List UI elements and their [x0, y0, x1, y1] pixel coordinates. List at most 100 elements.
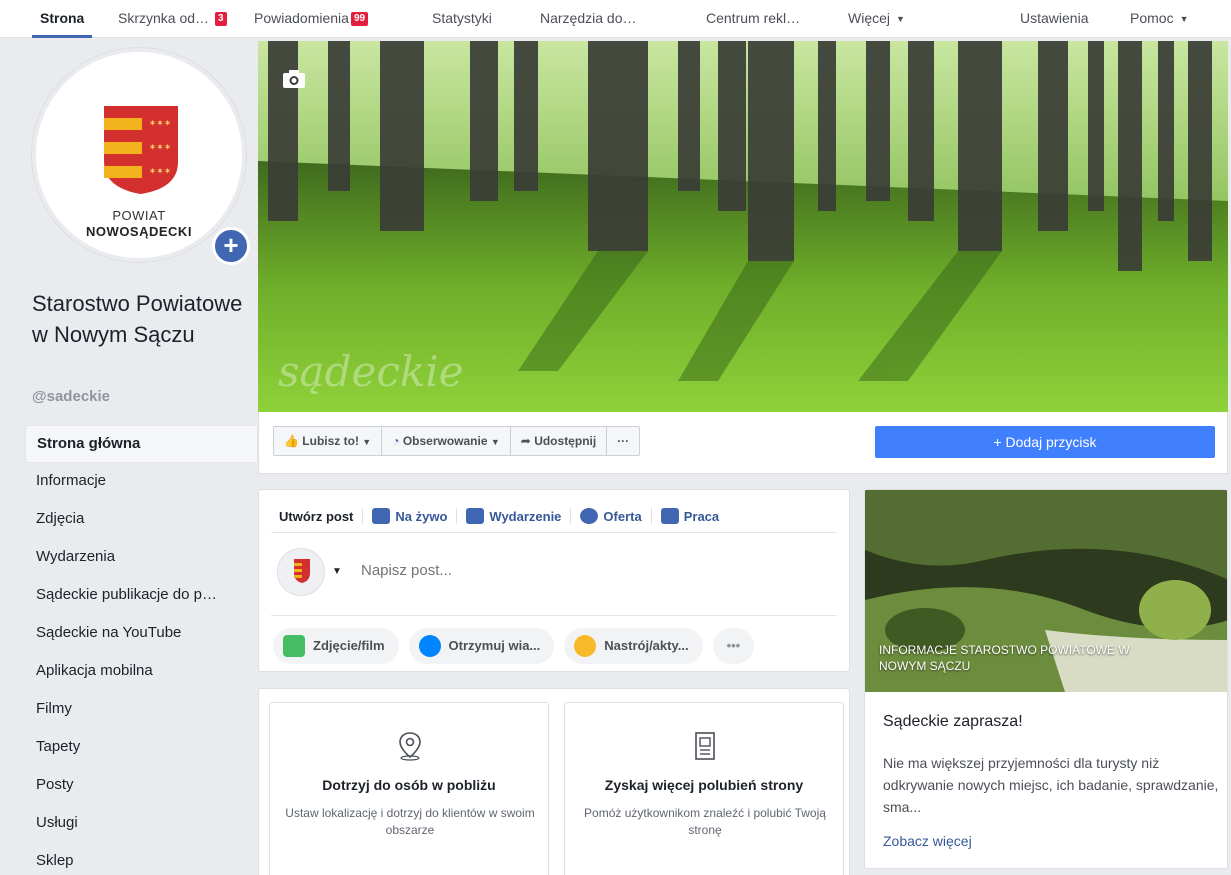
tips-section: Dotrzyj do osób w pobliżu Ustaw lokaliza… [258, 688, 850, 875]
like-button[interactable]: 👍 Lubisz to! ▼ [274, 427, 383, 455]
camera-icon[interactable] [282, 69, 306, 89]
tab-statistics-label: Statystyki [432, 10, 492, 26]
follow-label: Obserwowanie [402, 434, 488, 448]
like-label: Lubisz to! [302, 434, 359, 448]
tab-inbox-label: Skrzynka od… [118, 10, 210, 26]
chevron-down-icon: ▼ [490, 437, 500, 447]
sidebar-item-photos[interactable]: Zdjęcia [25, 501, 258, 539]
see-more-link[interactable]: Zobacz więcej [883, 833, 972, 849]
get-messages-label: Otrzymuj wia... [448, 638, 541, 653]
tab-help[interactable]: Pomoc ▼ [1130, 0, 1189, 38]
tip-title: Dotrzyj do osób w pobliżu [322, 777, 496, 793]
sidebar-item-videos[interactable]: Filmy [25, 691, 258, 729]
more-options-button[interactable]: ••• [712, 628, 755, 664]
info-card[interactable]: INFORMACJE STAROSTWO POWIATOWE W NOWYM S… [864, 489, 1228, 869]
page-name: Starostwo Powiatowe w Nowym Sączu [32, 291, 243, 347]
more-actions-button[interactable]: ··· [607, 427, 639, 455]
rss-follow-icon: ◔ [392, 434, 400, 448]
offer-tag-icon [580, 508, 599, 524]
more-dots-icon: ••• [726, 638, 741, 653]
share-label: Udostępnij [534, 434, 597, 448]
info-card-image[interactable]: INFORMACJE STAROSTWO POWIATOWE W NOWYM S… [865, 490, 1227, 692]
post-composer: Utwórz post Na żywo Wydarzenie Oferta Pr… [258, 489, 850, 672]
divider [271, 532, 837, 533]
page-action-bar: 👍 Lubisz to! ▼ ◔ Obserwowanie ▼ ➦ Udostę… [258, 412, 1228, 474]
tip-card[interactable]: Dotrzyj do osób w pobliżu Ustaw lokaliza… [269, 702, 549, 875]
tab-notifications[interactable]: Powiadomienia 99 [254, 0, 369, 38]
tab-inbox[interactable]: Skrzynka od… 3 [118, 0, 227, 38]
messenger-icon [418, 635, 441, 657]
coat-of-arms-logo: ✶✶✶ ✶✶✶ ✶✶✶ [104, 106, 178, 194]
photo-video-label: Zdjęcie/film [313, 638, 385, 653]
share-button[interactable]: ➦ Udostępnij [511, 427, 608, 455]
cover-photo[interactable]: sądeckie [258, 41, 1228, 412]
profile-picture-inner: ✶✶✶ ✶✶✶ ✶✶✶ POWIAT NOWOSĄDECKI [36, 52, 242, 258]
logo-text-line1: POWIAT [112, 208, 166, 223]
divider [271, 615, 837, 616]
tab-strona[interactable]: Strona [32, 0, 93, 38]
tab-settings-label: Ustawienia [1020, 10, 1089, 26]
calendar-icon [466, 508, 485, 524]
composer-tabs: Utwórz post Na żywo Wydarzenie Oferta Pr… [271, 500, 728, 532]
svg-text:✶✶✶: ✶✶✶ [149, 143, 172, 153]
chevron-down-icon[interactable]: ▼ [332, 566, 342, 577]
notifications-badge: 99 [350, 12, 369, 26]
sidebar-item-youtube[interactable]: Sądeckie na YouTube [25, 615, 258, 653]
sidebar-item-mobile-app[interactable]: Aplikacja mobilna [25, 653, 258, 691]
tab-notifications-label: Powiadomienia [254, 10, 349, 26]
add-button-button[interactable]: + Dodaj przycisk [875, 426, 1215, 458]
page-top-nav: Strona Skrzynka od… 3 Powiadomienia 99 St… [0, 0, 1231, 38]
composer-avatar[interactable] [277, 548, 325, 596]
briefcase-icon [660, 508, 679, 524]
sidebar-item-shop[interactable]: Sklep [25, 843, 258, 875]
tab-event[interactable]: Wydarzenie [457, 508, 572, 524]
emoji-icon [574, 635, 597, 657]
tab-ad-center-label: Centrum rekl… [706, 10, 801, 26]
live-video-icon [372, 508, 391, 524]
left-column: ✶✶✶ ✶✶✶ ✶✶✶ POWIAT NOWOSĄDECKI + Starost… [18, 40, 258, 875]
profile-picture[interactable]: ✶✶✶ ✶✶✶ ✶✶✶ POWIAT NOWOSĄDECKI + [32, 48, 250, 265]
post-input[interactable] [361, 562, 811, 579]
location-pin-icon [399, 732, 421, 761]
cover-watermark: sądeckie [278, 347, 464, 396]
tab-live[interactable]: Na żywo [363, 508, 458, 524]
tab-more[interactable]: Więcej ▼ [848, 0, 905, 38]
feeling-activity-button[interactable]: Nastrój/akty... [564, 628, 703, 664]
follow-button[interactable]: ◔ Obserwowanie ▼ [382, 427, 511, 455]
tab-job-label: Praca [683, 508, 720, 524]
chevron-down-icon: ▼ [1179, 14, 1189, 24]
tab-settings[interactable]: Ustawienia [1020, 0, 1088, 38]
sidebar-nav: Strona główna Informacje Zdjęcia Wydarze… [25, 425, 258, 875]
sidebar-item-home[interactable]: Strona główna [25, 425, 258, 463]
tip-card[interactable]: Zyskaj więcej polubień strony Pomóż użyt… [564, 702, 844, 875]
tab-more-label: Więcej [848, 10, 891, 26]
page-icon [695, 732, 715, 760]
photo-video-button[interactable]: Zdjęcie/film [273, 628, 399, 664]
tab-tools[interactable]: Narzędzia do… [540, 0, 637, 38]
chevron-down-icon: ▼ [362, 437, 372, 447]
inbox-badge: 3 [214, 12, 227, 26]
svg-text:✶✶✶: ✶✶✶ [149, 167, 172, 177]
composer-actions: Zdjęcie/film Otrzymuj wia... Nastrój/akt… [273, 628, 764, 664]
sidebar-item-services[interactable]: Usługi [25, 805, 258, 843]
photo-icon [283, 635, 305, 657]
tab-live-label: Na żywo [395, 508, 448, 524]
sidebar-item-publications[interactable]: Sądeckie publikacje do p… [25, 577, 258, 615]
chevron-down-icon: ▼ [896, 14, 905, 24]
tab-offer[interactable]: Oferta [571, 508, 652, 524]
add-profile-photo-button[interactable]: + [212, 227, 250, 265]
get-messages-button[interactable]: Otrzymuj wia... [408, 628, 555, 664]
sidebar-item-posts[interactable]: Posty [25, 767, 258, 805]
tab-create-post[interactable]: Utwórz post [271, 508, 364, 524]
sidebar-item-info[interactable]: Informacje [25, 463, 258, 501]
sidebar-item-wallpapers[interactable]: Tapety [25, 729, 258, 767]
tab-ad-center[interactable]: Centrum rekl… [706, 0, 800, 38]
sidebar-item-events[interactable]: Wydarzenia [25, 539, 258, 577]
tab-job[interactable]: Praca [652, 508, 728, 524]
info-card-description: Nie ma większej przyjemności dla turysty… [883, 755, 1219, 815]
tab-event-label: Wydarzenie [489, 508, 562, 524]
tab-statistics[interactable]: Statystyki [432, 0, 492, 38]
tip-description: Pomóż użytkownikom znaleźć i polubić Two… [584, 806, 826, 837]
page-handle[interactable]: @sadeckie [32, 388, 110, 405]
tab-create-post-label: Utwórz post [279, 508, 354, 524]
